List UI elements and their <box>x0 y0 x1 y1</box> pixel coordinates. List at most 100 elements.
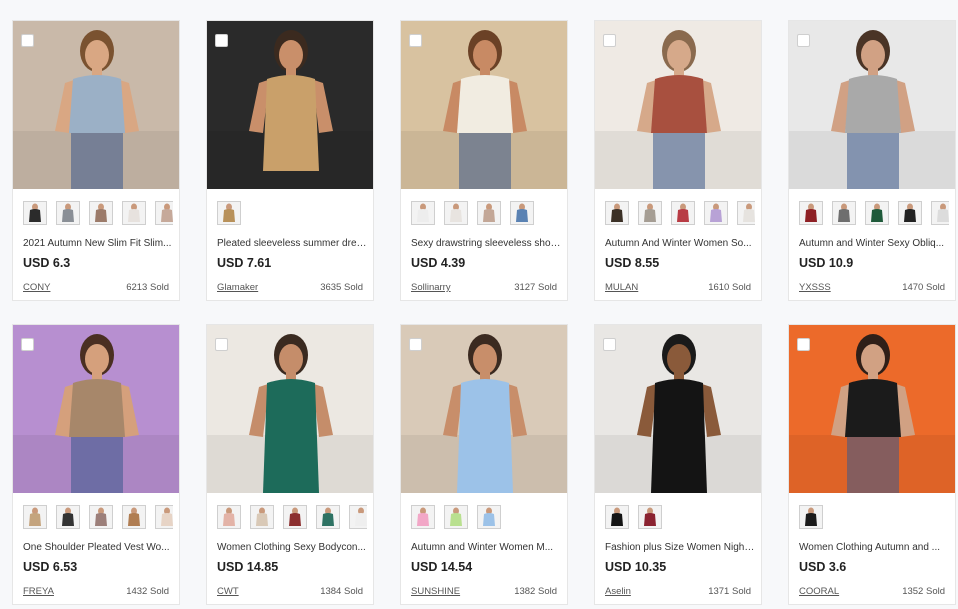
color-swatch[interactable] <box>283 505 307 529</box>
color-swatch[interactable] <box>56 201 80 225</box>
color-swatch[interactable] <box>737 201 755 225</box>
product-price: USD 8.55 <box>605 256 660 270</box>
color-swatches <box>799 201 949 225</box>
store-link[interactable]: CONY <box>23 282 50 293</box>
select-checkbox[interactable] <box>21 338 34 351</box>
color-swatches <box>605 201 755 225</box>
color-swatch[interactable] <box>832 201 856 225</box>
product-image[interactable] <box>207 325 373 493</box>
color-swatch[interactable] <box>411 505 435 529</box>
select-checkbox[interactable] <box>603 34 616 47</box>
product-price: USD 10.9 <box>799 256 854 270</box>
color-swatch[interactable] <box>605 201 629 225</box>
product-image[interactable] <box>13 21 179 189</box>
product-card[interactable]: 2021 Autumn New Slim Fit Slim... USD 6.3… <box>12 20 180 301</box>
color-swatch[interactable] <box>671 201 695 225</box>
color-swatch[interactable] <box>477 505 501 529</box>
color-swatch[interactable] <box>23 505 47 529</box>
select-checkbox[interactable] <box>603 338 616 351</box>
product-image[interactable] <box>401 325 567 493</box>
product-card[interactable]: Autumn And Winter Women So... USD 8.55 M… <box>594 20 762 301</box>
color-swatch[interactable] <box>477 201 501 225</box>
color-swatch[interactable] <box>217 505 241 529</box>
product-title[interactable]: Fashion plus Size Women Night... <box>605 542 755 553</box>
product-title[interactable]: Autumn and Winter Sexy Obliq... <box>799 238 949 249</box>
store-link[interactable]: Glamaker <box>217 282 258 293</box>
color-swatch[interactable] <box>122 505 146 529</box>
store-link[interactable]: FREYA <box>23 586 54 597</box>
color-swatch[interactable] <box>799 201 823 225</box>
product-title[interactable]: Women Clothing Autumn and ... <box>799 542 949 553</box>
select-checkbox[interactable] <box>215 338 228 351</box>
product-title[interactable]: One Shoulder Pleated Vest Wo... <box>23 542 173 553</box>
select-checkbox[interactable] <box>409 338 422 351</box>
store-link[interactable]: YXSSS <box>799 282 831 293</box>
color-swatch[interactable] <box>122 201 146 225</box>
product-title[interactable]: Sexy drawstring sleeveless shor... <box>411 238 561 249</box>
color-swatch[interactable] <box>411 201 435 225</box>
product-image[interactable] <box>789 21 955 189</box>
sold-count: 3127 Sold <box>514 282 557 293</box>
product-image[interactable] <box>13 325 179 493</box>
color-swatch[interactable] <box>155 201 173 225</box>
color-swatch[interactable] <box>23 201 47 225</box>
color-swatch[interactable] <box>155 505 173 529</box>
product-image[interactable] <box>207 21 373 189</box>
product-image[interactable] <box>789 325 955 493</box>
product-card[interactable]: Pleated sleeveless summer dres... USD 7.… <box>206 20 374 301</box>
product-image[interactable] <box>401 21 567 189</box>
color-swatch[interactable] <box>316 505 340 529</box>
color-swatch[interactable] <box>510 201 534 225</box>
store-link[interactable]: MULAN <box>605 282 638 293</box>
color-swatch[interactable] <box>865 201 889 225</box>
product-title[interactable]: Pleated sleeveless summer dres... <box>217 238 367 249</box>
product-card[interactable]: One Shoulder Pleated Vest Wo... USD 6.53… <box>12 324 180 605</box>
product-card[interactable]: Autumn and Winter Sexy Obliq... USD 10.9… <box>788 20 956 301</box>
select-checkbox[interactable] <box>797 34 810 47</box>
color-swatch[interactable] <box>638 201 662 225</box>
product-price: USD 4.39 <box>411 256 466 270</box>
color-swatch[interactable] <box>444 505 468 529</box>
color-swatch[interactable] <box>931 201 949 225</box>
store-link[interactable]: COORAL <box>799 586 839 597</box>
sold-count: 1371 Sold <box>708 586 751 597</box>
color-swatch[interactable] <box>898 201 922 225</box>
product-title[interactable]: Women Clothing Sexy Bodycon... <box>217 542 367 553</box>
color-swatch[interactable] <box>704 201 728 225</box>
sold-count: 6213 Sold <box>126 282 169 293</box>
product-card[interactable]: Sexy drawstring sleeveless shor... USD 4… <box>400 20 568 301</box>
product-card[interactable]: Fashion plus Size Women Night... USD 10.… <box>594 324 762 605</box>
color-swatch[interactable] <box>444 201 468 225</box>
sold-count: 1352 Sold <box>902 586 945 597</box>
product-price: USD 7.61 <box>217 256 272 270</box>
product-image[interactable] <box>595 325 761 493</box>
color-swatch[interactable] <box>799 505 823 529</box>
store-link[interactable]: Aselin <box>605 586 631 597</box>
product-title[interactable]: 2021 Autumn New Slim Fit Slim... <box>23 238 173 249</box>
store-link[interactable]: SUNSHINE <box>411 586 460 597</box>
product-image[interactable] <box>595 21 761 189</box>
product-card[interactable]: Women Clothing Autumn and ... USD 3.6 CO… <box>788 324 956 605</box>
color-swatches <box>605 505 755 529</box>
sold-count: 1384 Sold <box>320 586 363 597</box>
color-swatches <box>23 201 173 225</box>
color-swatch[interactable] <box>89 201 113 225</box>
select-checkbox[interactable] <box>21 34 34 47</box>
select-checkbox[interactable] <box>409 34 422 47</box>
color-swatch[interactable] <box>217 201 241 225</box>
color-swatch[interactable] <box>638 505 662 529</box>
select-checkbox[interactable] <box>797 338 810 351</box>
product-card[interactable]: Autumn and Winter Women M... USD 14.54 S… <box>400 324 568 605</box>
color-swatches <box>217 201 367 225</box>
store-link[interactable]: CWT <box>217 586 239 597</box>
store-link[interactable]: Sollinarry <box>411 282 451 293</box>
color-swatch[interactable] <box>250 505 274 529</box>
product-title[interactable]: Autumn and Winter Women M... <box>411 542 561 553</box>
color-swatch[interactable] <box>605 505 629 529</box>
color-swatch[interactable] <box>349 505 367 529</box>
color-swatch[interactable] <box>56 505 80 529</box>
product-title[interactable]: Autumn And Winter Women So... <box>605 238 755 249</box>
color-swatch[interactable] <box>89 505 113 529</box>
select-checkbox[interactable] <box>215 34 228 47</box>
product-card[interactable]: Women Clothing Sexy Bodycon... USD 14.85… <box>206 324 374 605</box>
